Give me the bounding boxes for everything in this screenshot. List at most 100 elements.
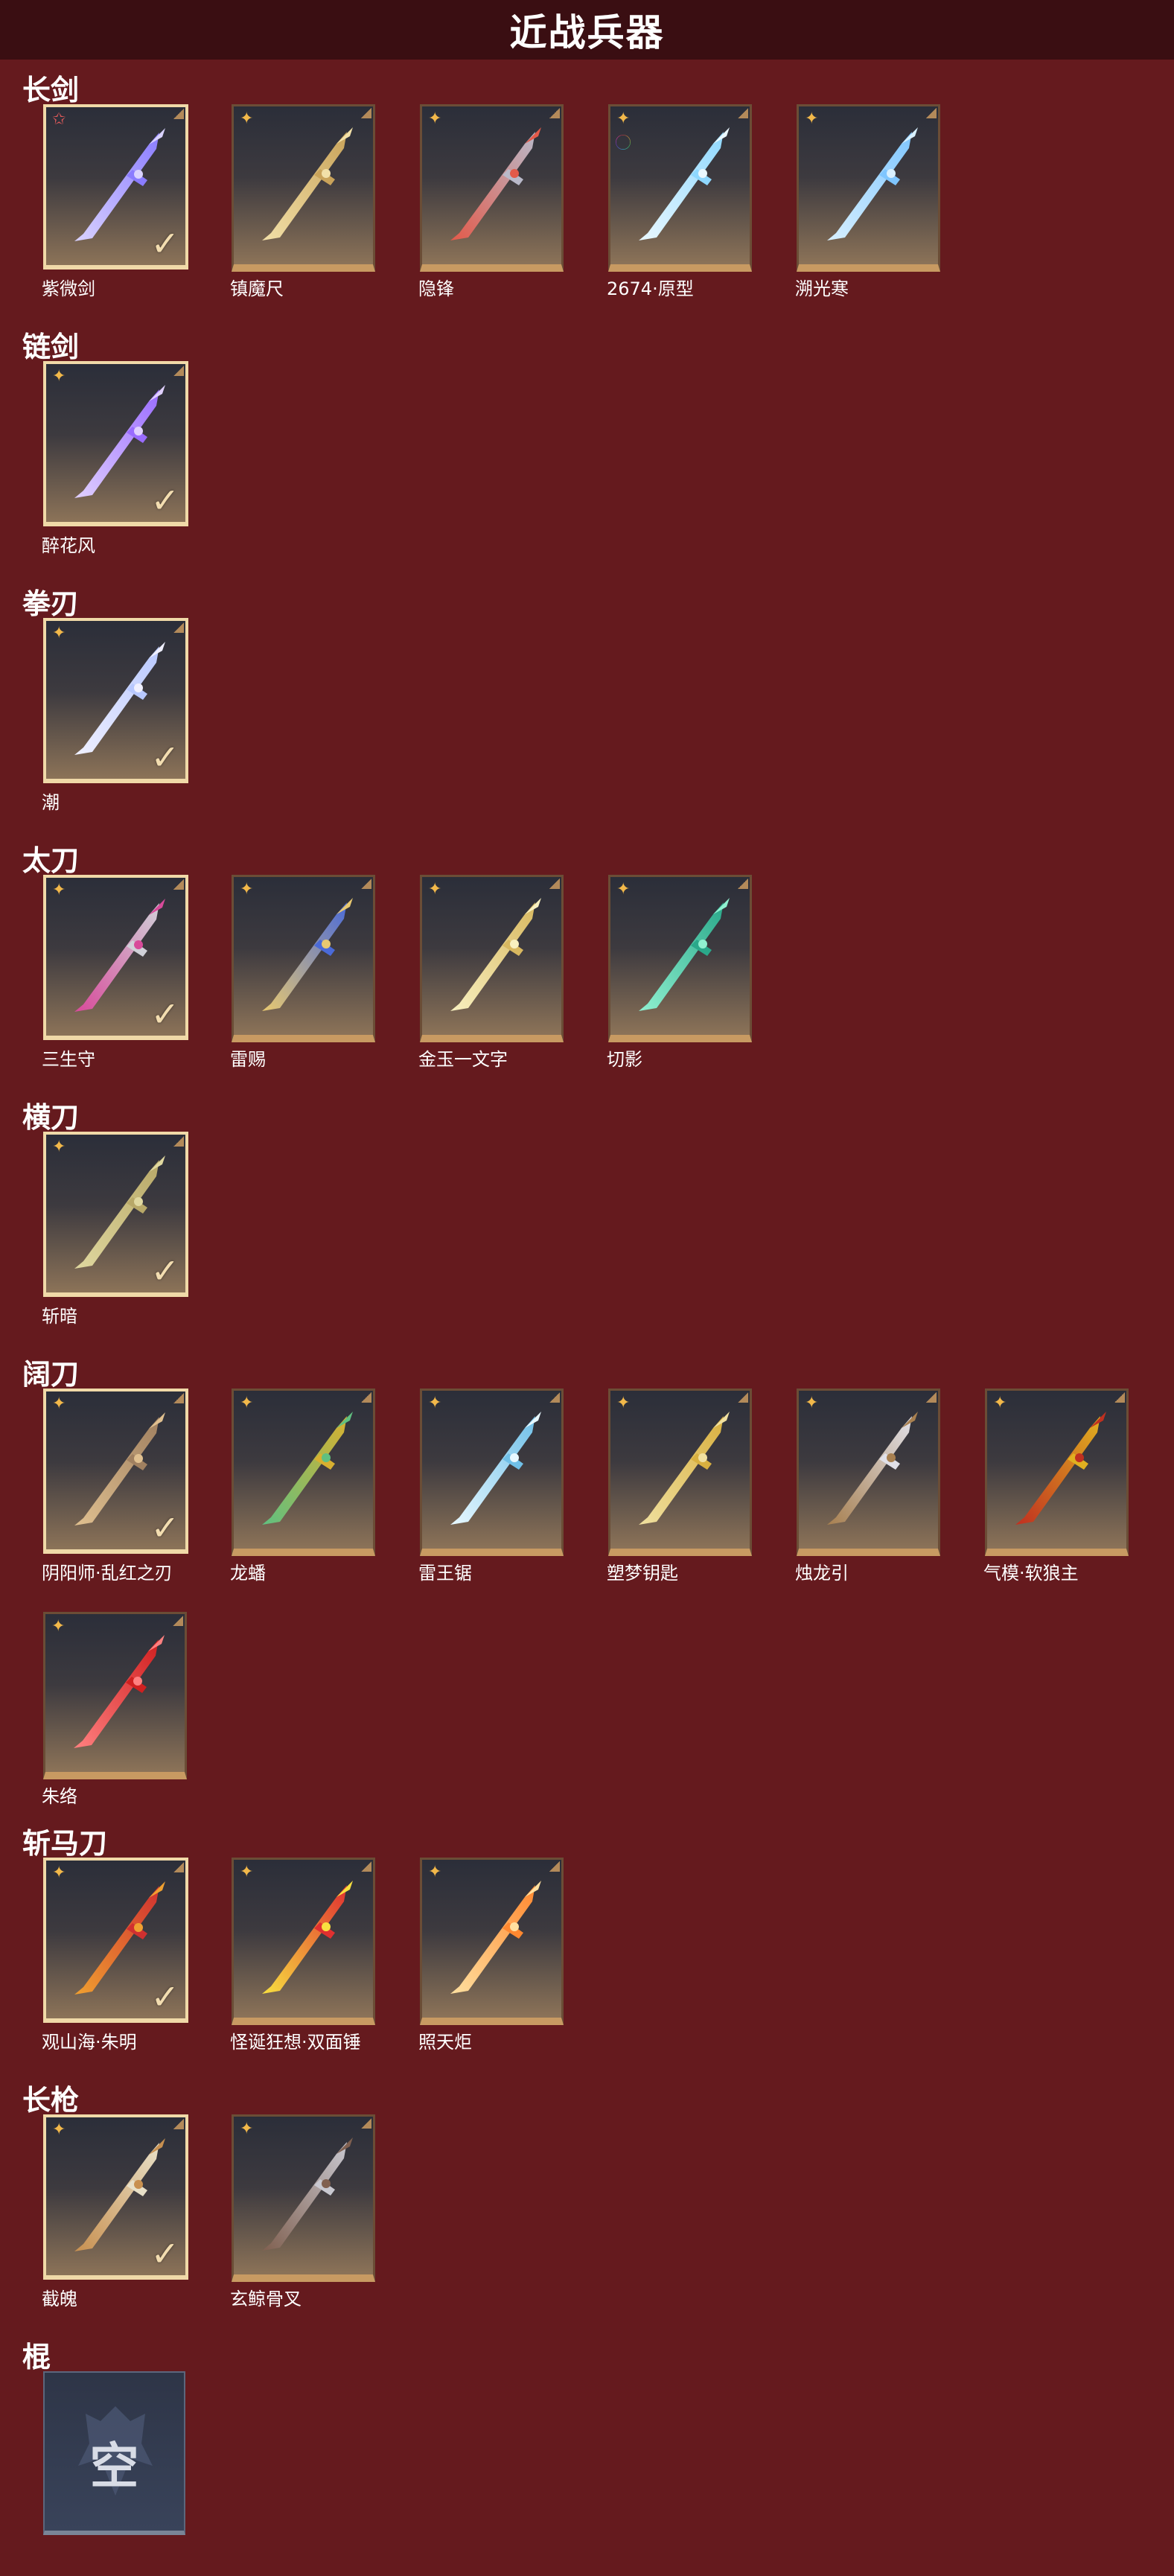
weapon-tile: ✦: [232, 2114, 375, 2282]
weapon-card[interactable]: ✦ ✓ 潮: [42, 618, 188, 813]
corner-marker-icon: [173, 879, 184, 890]
weapon-tile: ✦: [232, 104, 375, 272]
weapon-name: 雷赐: [230, 1049, 266, 1070]
weapon-card[interactable]: ✦ 照天炬: [418, 1858, 564, 2053]
weapon-name: 三生守: [42, 1049, 95, 1070]
corner-marker-icon: [361, 1861, 371, 1872]
weapon-tile: ✦ ✓: [43, 361, 188, 526]
weapon-image: [450, 898, 541, 1011]
weapon-card[interactable]: ✦ 塑梦钥匙: [607, 1389, 752, 1584]
weapon-name: 怪诞狂想·双面锤: [230, 2032, 361, 2053]
weapon-tile: ✦ ✓: [43, 1389, 188, 1554]
weapon-card[interactable]: ✦ 龙蟠: [230, 1389, 375, 1584]
category-title: 太刀: [22, 844, 80, 877]
category-title: 阔刀: [22, 1358, 80, 1391]
weapon-image: [827, 1412, 918, 1525]
checkmark-icon: ✓: [150, 480, 179, 520]
weapon-name: 照天炬: [418, 2032, 472, 2053]
weapon-card[interactable]: ✦ 烛龙引: [795, 1389, 940, 1584]
weapon-card[interactable]: ✦ ✓ 阴阳师·乱红之刃: [42, 1389, 188, 1584]
weapon-card[interactable]: ✦ 玄鲸骨叉: [230, 2114, 375, 2309]
weapon-card[interactable]: ✦ ✓ 截魄: [42, 2114, 188, 2309]
category-title: 长剑: [22, 74, 80, 106]
weapon-image: [262, 127, 353, 240]
corner-marker-icon: [738, 879, 748, 889]
corner-marker-icon: [1114, 1392, 1125, 1403]
weapon-name: 观山海·朱明: [42, 2032, 137, 2053]
weapon-name: 溯光寒: [795, 278, 849, 299]
weapon-image: [262, 898, 353, 1011]
weapon-image: [639, 1412, 730, 1525]
weapon-card[interactable]: ✦ 镇魔尺: [230, 104, 375, 299]
weapon-tile: ✦: [420, 1858, 564, 2025]
checkmark-icon: ✓: [150, 223, 179, 264]
weapon-name: 朱络: [42, 1786, 77, 1807]
corner-marker-icon: [173, 1393, 184, 1403]
corner-marker-icon: [738, 108, 748, 118]
weapon-card[interactable]: ✦ 2674·原型: [607, 104, 752, 299]
weapon-name: 雷王锯: [418, 1563, 472, 1584]
weapon-card[interactable]: ✦ 溯光寒: [795, 104, 940, 299]
corner-marker-icon: [738, 1392, 748, 1403]
weapon-name: 阴阳师·乱红之刃: [42, 1563, 173, 1584]
weapon-card[interactable]: ✦ ✓ 斩暗: [42, 1132, 188, 1327]
weapon-name: 龙蟠: [230, 1563, 266, 1584]
weapon-image: [262, 2137, 353, 2251]
corner-marker-icon: [926, 1392, 937, 1403]
weapon-tile: 空: [43, 2371, 185, 2535]
weapon-name: 气模·软狼主: [983, 1563, 1079, 1584]
category-title: 棍: [22, 2341, 51, 2373]
weapon-name: 镇魔尺: [230, 278, 284, 299]
corner-marker-icon: [173, 1136, 184, 1147]
corner-marker-icon: [549, 1392, 560, 1403]
corner-marker-icon: [173, 366, 184, 376]
weapon-card[interactable]: ✩ ✓ 紫微剑: [42, 104, 188, 299]
weapon-tile: ✦: [797, 1389, 940, 1556]
checkmark-icon: ✓: [150, 1977, 179, 2017]
weapon-card[interactable]: ✦ 切影: [607, 875, 752, 1070]
weapon-card[interactable]: ✦ 雷王锯: [418, 1389, 564, 1584]
weapon-tile: ✦ ✓: [43, 618, 188, 783]
corner-marker-icon: [549, 1861, 560, 1872]
weapon-name: 紫微剑: [42, 278, 95, 299]
weapon-card[interactable]: ✦ 隐锋: [418, 104, 564, 299]
weapon-image: [450, 127, 541, 240]
weapon-card[interactable]: ✦ ✓ 三生守: [42, 875, 188, 1070]
weapon-card[interactable]: ✦ ✓ 观山海·朱明: [42, 1858, 188, 2053]
category-title: 斩马刀: [22, 1827, 108, 1860]
checkmark-icon: ✓: [150, 1508, 179, 1548]
weapon-tile: ✦: [420, 875, 564, 1042]
weapon-tile: ✦: [232, 1858, 375, 2025]
weapon-tile: ✩ ✓: [43, 104, 188, 270]
weapon-tile: ✦: [232, 875, 375, 1042]
weapon-name: 2674·原型: [607, 278, 694, 299]
checkmark-icon: ✓: [150, 2234, 179, 2274]
weapon-tile: ✦: [608, 1389, 752, 1556]
checkmark-icon: ✓: [150, 994, 179, 1034]
corner-marker-icon: [173, 1862, 184, 1872]
weapon-name: 醉花风: [42, 535, 95, 556]
corner-marker-icon: [361, 2118, 371, 2129]
weapon-image: [74, 1635, 165, 1748]
weapon-card[interactable]: ✦ 气模·软狼主: [983, 1389, 1129, 1584]
empty-slot-label: 空: [89, 2438, 139, 2495]
corner-marker-icon: [173, 622, 184, 633]
corner-marker-icon: [926, 108, 937, 118]
weapon-card[interactable]: ✦ 雷赐: [230, 875, 375, 1070]
checkmark-icon: ✓: [150, 737, 179, 777]
weapon-card[interactable]: ✦ ✓ 醉花风: [42, 361, 188, 556]
weapon-name: 截魄: [42, 2289, 77, 2309]
weapon-tile: ✦: [797, 104, 940, 272]
weapon-image: [262, 1881, 353, 1994]
weapon-tile: ✦ ✓: [43, 2114, 188, 2280]
empty-weapon-slot[interactable]: 空: [43, 2371, 187, 2535]
weapon-image: [450, 1881, 541, 1994]
weapon-name: 玄鲸骨叉: [230, 2289, 302, 2309]
weapon-card[interactable]: ✦ 金玉一文字: [418, 875, 564, 1070]
corner-marker-icon: [173, 1616, 183, 1626]
corner-marker-icon: [549, 879, 560, 889]
corner-marker-icon: [549, 108, 560, 118]
weapon-name: 隐锋: [418, 278, 454, 299]
weapon-card[interactable]: ✦ 朱络: [42, 1612, 187, 1807]
weapon-card[interactable]: ✦ 怪诞狂想·双面锤: [230, 1858, 375, 2053]
